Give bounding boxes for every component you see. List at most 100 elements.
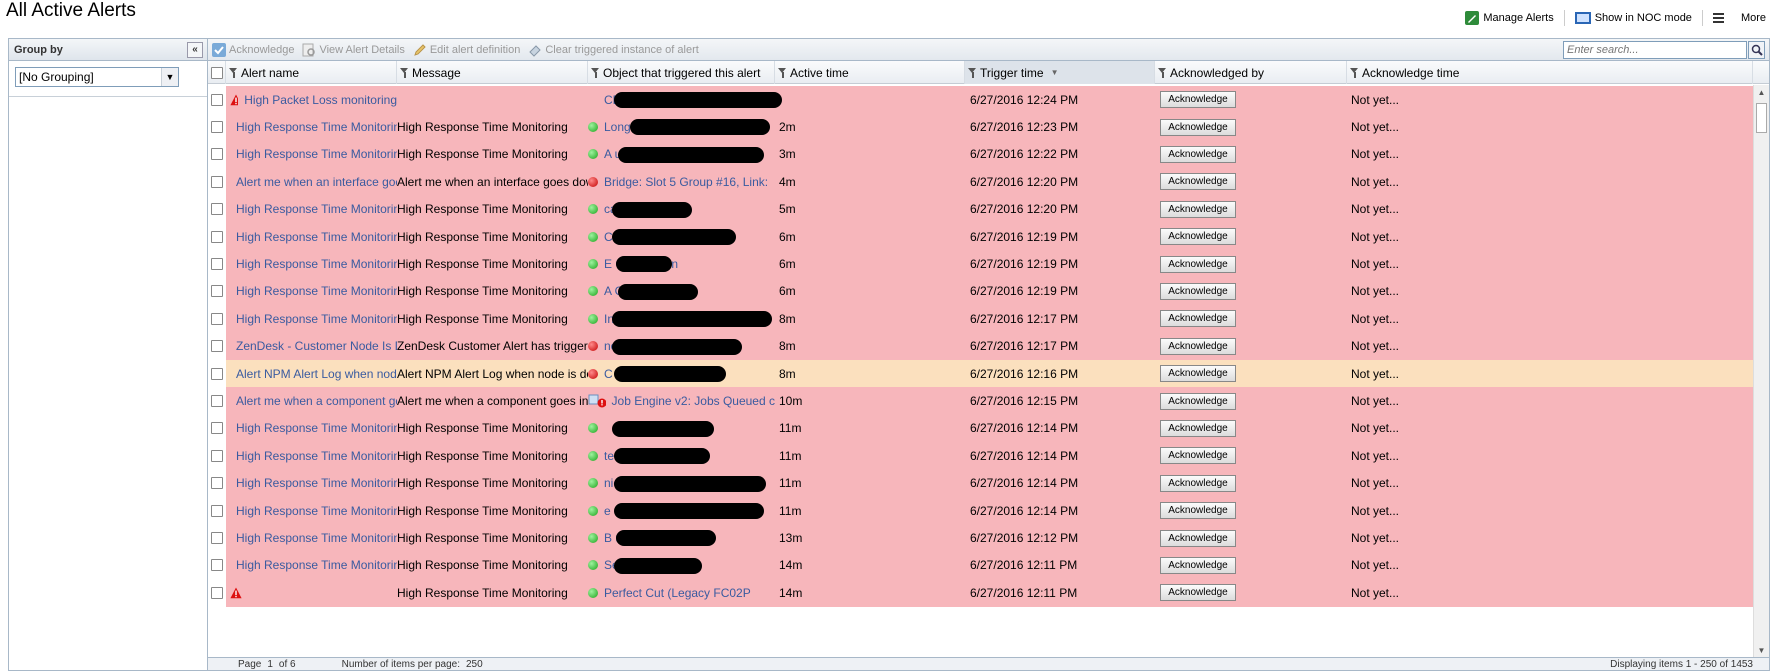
acknowledge-button[interactable]: Acknowledge	[1160, 282, 1236, 300]
filter-icon[interactable]	[591, 67, 600, 78]
scroll-thumb[interactable]	[1756, 103, 1767, 133]
col-acknowledge-time[interactable]: Acknowledge time	[1347, 61, 1753, 84]
alert-name-link[interactable]: High Response Time Monitoring(	[236, 257, 397, 271]
table-row[interactable]: High Response Time Monitoring(High Respo…	[208, 442, 1753, 470]
alert-name-link[interactable]: High Response Time Monitoring(	[236, 284, 397, 298]
row-checkbox[interactable]	[211, 586, 223, 599]
acknowledge-button[interactable]: Acknowledge	[1160, 118, 1236, 136]
row-checkbox[interactable]	[211, 230, 223, 243]
alert-name-link[interactable]: High Response Time Monitoring(	[236, 476, 397, 490]
acknowledge-button[interactable]: Acknowledge	[1160, 392, 1236, 410]
alert-name-link[interactable]: High Response Time Monitoring(	[236, 421, 397, 435]
filter-icon[interactable]	[400, 67, 409, 78]
table-row[interactable]: Alert me when a component goe Alert me wh…	[208, 387, 1753, 415]
alert-name-link[interactable]: High Response Time Monitoring(	[236, 504, 397, 518]
table-row[interactable]: High Response Time Monitoring(High Respo…	[208, 223, 1753, 251]
table-row[interactable]: High Response Time Monitoring(High Respo…	[208, 195, 1753, 223]
acknowledge-button[interactable]: Acknowledge	[1160, 91, 1236, 109]
chevron-down-icon[interactable]: ▼	[161, 68, 178, 86]
table-row[interactable]: High Response Time Monitoring(High Respo…	[208, 113, 1753, 141]
more-menu[interactable]	[1709, 12, 1731, 24]
acknowledge-button[interactable]: Acknowledge	[1160, 337, 1236, 355]
row-checkbox[interactable]	[211, 121, 223, 134]
filter-icon[interactable]	[968, 67, 977, 78]
alert-name-link[interactable]: High Packet Loss monitoring	[244, 93, 397, 107]
acknowledge-button[interactable]: Acknowledge	[1160, 584, 1236, 602]
table-row[interactable]: High Response Time Monitoring(High Respo…	[208, 277, 1753, 306]
pager-items-value[interactable]: 250	[466, 659, 483, 670]
acknowledge-button[interactable]: Acknowledge	[1160, 502, 1236, 520]
acknowledge-button[interactable]: Acknowledge	[1160, 447, 1236, 465]
row-checkbox[interactable]	[211, 395, 223, 408]
row-checkbox[interactable]	[211, 340, 223, 353]
col-alert-name[interactable]: Alert name	[226, 61, 397, 84]
acknowledge-button[interactable]: Acknowledge	[1160, 255, 1236, 273]
col-acknowledged-by[interactable]: Acknowledged by	[1155, 61, 1347, 84]
group-by-select[interactable]: [No Grouping] ▼	[15, 67, 179, 87]
col-trigger-time[interactable]: Trigger time ▼	[965, 61, 1155, 84]
acknowledge-button[interactable]: Acknowledge	[1160, 529, 1236, 547]
object-link[interactable]: Bridge: Slot 5 Group #16, Link:	[604, 175, 768, 189]
acknowledge-button[interactable]: Acknowledge	[1160, 200, 1236, 218]
select-all-checkbox[interactable]	[210, 66, 223, 79]
table-row[interactable]: High Response Time Monitoring(High Respo…	[208, 551, 1753, 580]
alert-name-link[interactable]: High Response Time Monitoring(	[236, 312, 397, 326]
view-details-button[interactable]: View Alert Details	[302, 43, 405, 57]
col-active-time[interactable]: Active time	[775, 61, 965, 84]
row-checkbox[interactable]	[211, 477, 223, 490]
noc-mode-link[interactable]: Show in NOC mode	[1571, 11, 1696, 25]
object-link[interactable]: Job Engine v2: Jobs Queued c	[612, 394, 775, 408]
row-checkbox[interactable]	[211, 367, 223, 380]
row-checkbox[interactable]	[211, 559, 223, 572]
collapse-panel-button[interactable]: «	[187, 41, 203, 58]
row-checkbox[interactable]	[211, 449, 223, 462]
row-checkbox[interactable]	[211, 285, 223, 298]
alert-name-link[interactable]: High Response Time Monitoring(	[236, 230, 397, 244]
filter-icon[interactable]	[778, 67, 787, 78]
row-checkbox[interactable]	[211, 422, 223, 435]
col-message[interactable]: Message	[397, 61, 588, 84]
scroll-up-icon[interactable]: ▲	[1754, 85, 1769, 101]
acknowledge-button[interactable]: Acknowledge	[1160, 556, 1236, 574]
table-row[interactable]: High Response Time Monitoring(High Respo…	[208, 305, 1753, 333]
object-link[interactable]: Perfect Cut (Legacy FC02P	[604, 586, 751, 600]
filter-icon[interactable]	[1158, 67, 1167, 78]
row-checkbox[interactable]	[211, 532, 223, 545]
alert-name-link[interactable]: High Response Time Monitoring(	[236, 558, 397, 572]
acknowledge-button[interactable]: Acknowledge	[1160, 474, 1236, 492]
table-row[interactable]: High Response Time Monitoring(High Respo…	[208, 250, 1753, 278]
alert-name-link[interactable]: Alert me when a component goe	[236, 394, 397, 408]
row-checkbox[interactable]	[211, 258, 223, 271]
row-checkbox[interactable]	[211, 148, 223, 161]
table-row[interactable]: High Response Time Monitoring(High Respo…	[208, 414, 1753, 443]
edit-definition-button[interactable]: Edit alert definition	[413, 43, 520, 57]
table-row[interactable]: High Response Time Monitoring(High Respo…	[208, 469, 1753, 497]
pager-page-value[interactable]: 1	[267, 659, 273, 670]
table-row[interactable]: ZenDesk - Customer Node Is Do ZenDesk Cus…	[208, 332, 1753, 360]
row-checkbox[interactable]	[211, 203, 223, 216]
filter-icon[interactable]	[1350, 67, 1359, 78]
acknowledge-button[interactable]: Acknowledge	[1160, 310, 1236, 328]
vertical-scrollbar[interactable]: ▲ ▼	[1753, 85, 1769, 659]
acknowledge-button[interactable]: Acknowledge	[1160, 365, 1236, 383]
row-checkbox[interactable]	[211, 504, 223, 517]
table-row[interactable]: High Response Time Monitoring(High Respo…	[208, 140, 1753, 169]
alert-name-link[interactable]: High Response Time Monitoring(	[236, 449, 397, 463]
table-row[interactable]: High Response Time Monitoring(High Respo…	[208, 524, 1753, 552]
row-checkbox[interactable]	[211, 93, 223, 106]
alert-name-link[interactable]: High Response Time Monitoring(	[236, 120, 397, 134]
alert-name-link[interactable]: High Response Time Monitoring(	[236, 531, 397, 545]
acknowledge-button[interactable]: Acknowledge	[1160, 173, 1236, 191]
acknowledge-toolbar-button[interactable]: Acknowledge	[212, 42, 294, 57]
manage-alerts-link[interactable]: Manage Alerts	[1461, 11, 1557, 25]
table-row[interactable]: High Response Time Monitoring Perfect Cut…	[208, 579, 1753, 607]
table-row[interactable]: High Packet Loss monitoringCE 076/27/201…	[208, 86, 1753, 114]
filter-icon[interactable]	[229, 67, 238, 78]
alert-name-link[interactable]: Alert me when an interface goes	[236, 175, 397, 189]
acknowledge-button[interactable]: Acknowledge	[1160, 228, 1236, 246]
alert-name-link[interactable]: ZenDesk - Customer Node Is Do	[236, 339, 397, 353]
table-row[interactable]: High Response Time Monitoring(High Respo…	[208, 497, 1753, 525]
table-row[interactable]: Alert me when an interface goes Alert me …	[208, 168, 1753, 196]
acknowledge-button[interactable]: Acknowledge	[1160, 419, 1236, 437]
col-object[interactable]: Object that triggered this alert	[588, 61, 775, 84]
